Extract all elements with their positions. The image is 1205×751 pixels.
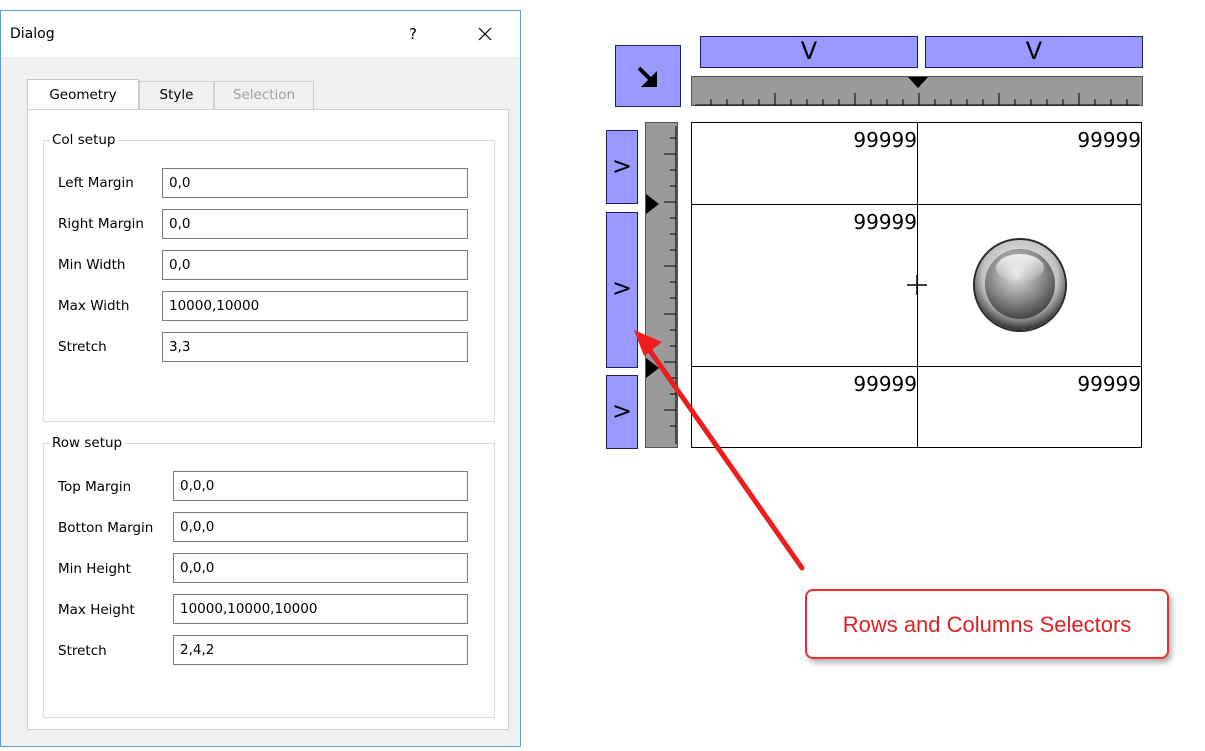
annotation-callout: Rows and Columns Selectors (805, 589, 1169, 659)
row-divider-1 (692, 204, 1141, 205)
botton-margin-field[interactable]: 0,0,0 (173, 512, 468, 542)
close-button[interactable] (467, 17, 503, 51)
select-all-button[interactable] (615, 45, 681, 107)
max-height-field[interactable]: 10000,10000,10000 (173, 594, 468, 624)
min-width-label: Min Width (58, 257, 126, 273)
cell-value-r1c1: 99999 (853, 128, 917, 152)
column-selector-1[interactable]: V (700, 36, 918, 68)
min-height-field[interactable]: 0,0,0 (173, 553, 468, 583)
top-margin-field[interactable]: 0,0,0 (173, 471, 468, 501)
right-margin-field[interactable]: 0,0 (162, 209, 468, 239)
close-icon (478, 27, 492, 41)
right-margin-label: Right Margin (58, 216, 144, 232)
max-height-label: Max Height (58, 602, 135, 618)
column-selector-2[interactable]: V (925, 36, 1143, 68)
col-stretch-field[interactable]: 3,3 (162, 332, 468, 362)
row-stretch-label: Stretch (58, 643, 107, 659)
geometry-panel: Col setup Left Margin 0,0 Right Margin 0… (27, 109, 509, 730)
row-stretch-field[interactable]: 2,4,2 (173, 635, 468, 665)
row-selector-2-glyph: > (611, 274, 633, 302)
crosshair-icon (907, 275, 927, 295)
column-selector-2-glyph: V (1025, 37, 1043, 65)
min-height-label: Min Height (58, 561, 131, 577)
min-width-field[interactable]: 0,0 (162, 250, 468, 280)
horizontal-ruler[interactable] (691, 76, 1143, 106)
cell-value-r1c2: 99999 (1077, 128, 1141, 152)
left-margin-field[interactable]: 0,0 (162, 168, 468, 198)
column-selector-1-glyph: V (800, 37, 818, 65)
help-button[interactable]: ? (396, 17, 430, 51)
callout-text: Rows and Columns Selectors (842, 612, 1132, 637)
col-stretch-label: Stretch (58, 339, 107, 355)
round-button-icon[interactable] (970, 235, 1070, 335)
tab-geometry[interactable]: Geometry (27, 79, 139, 109)
col-setup-title: Col setup (50, 132, 118, 148)
horizontal-ruler-ticks (695, 77, 1139, 106)
col-setup-group: Col setup Left Margin 0,0 Right Margin 0… (43, 132, 495, 422)
dialog-window: Dialog ? Geometry Style Selection Col se… (0, 10, 521, 747)
row-setup-title: Row setup (50, 435, 125, 451)
tab-style[interactable]: Style (139, 81, 214, 109)
dialog-title: Dialog (10, 26, 55, 42)
title-bar[interactable]: Dialog ? (1, 11, 520, 57)
cell-value-r3c2: 99999 (1077, 372, 1141, 396)
red-arrow-annotation (634, 330, 805, 571)
botton-margin-label: Botton Margin (58, 520, 154, 536)
max-width-label: Max Width (58, 298, 130, 314)
left-margin-label: Left Margin (58, 175, 134, 191)
top-margin-label: Top Margin (58, 479, 132, 495)
diagonal-arrow-icon (637, 66, 657, 87)
row-selector-1[interactable]: > (606, 130, 638, 204)
max-width-field[interactable]: 10000,10000 (162, 291, 468, 321)
cell-value-r2c1: 99999 (853, 210, 917, 234)
row-selector-1-glyph: > (611, 152, 633, 180)
row-setup-group: Row setup Top Margin 0,0,0 Botton Margin… (43, 435, 495, 718)
tab-selection: Selection (214, 81, 314, 109)
